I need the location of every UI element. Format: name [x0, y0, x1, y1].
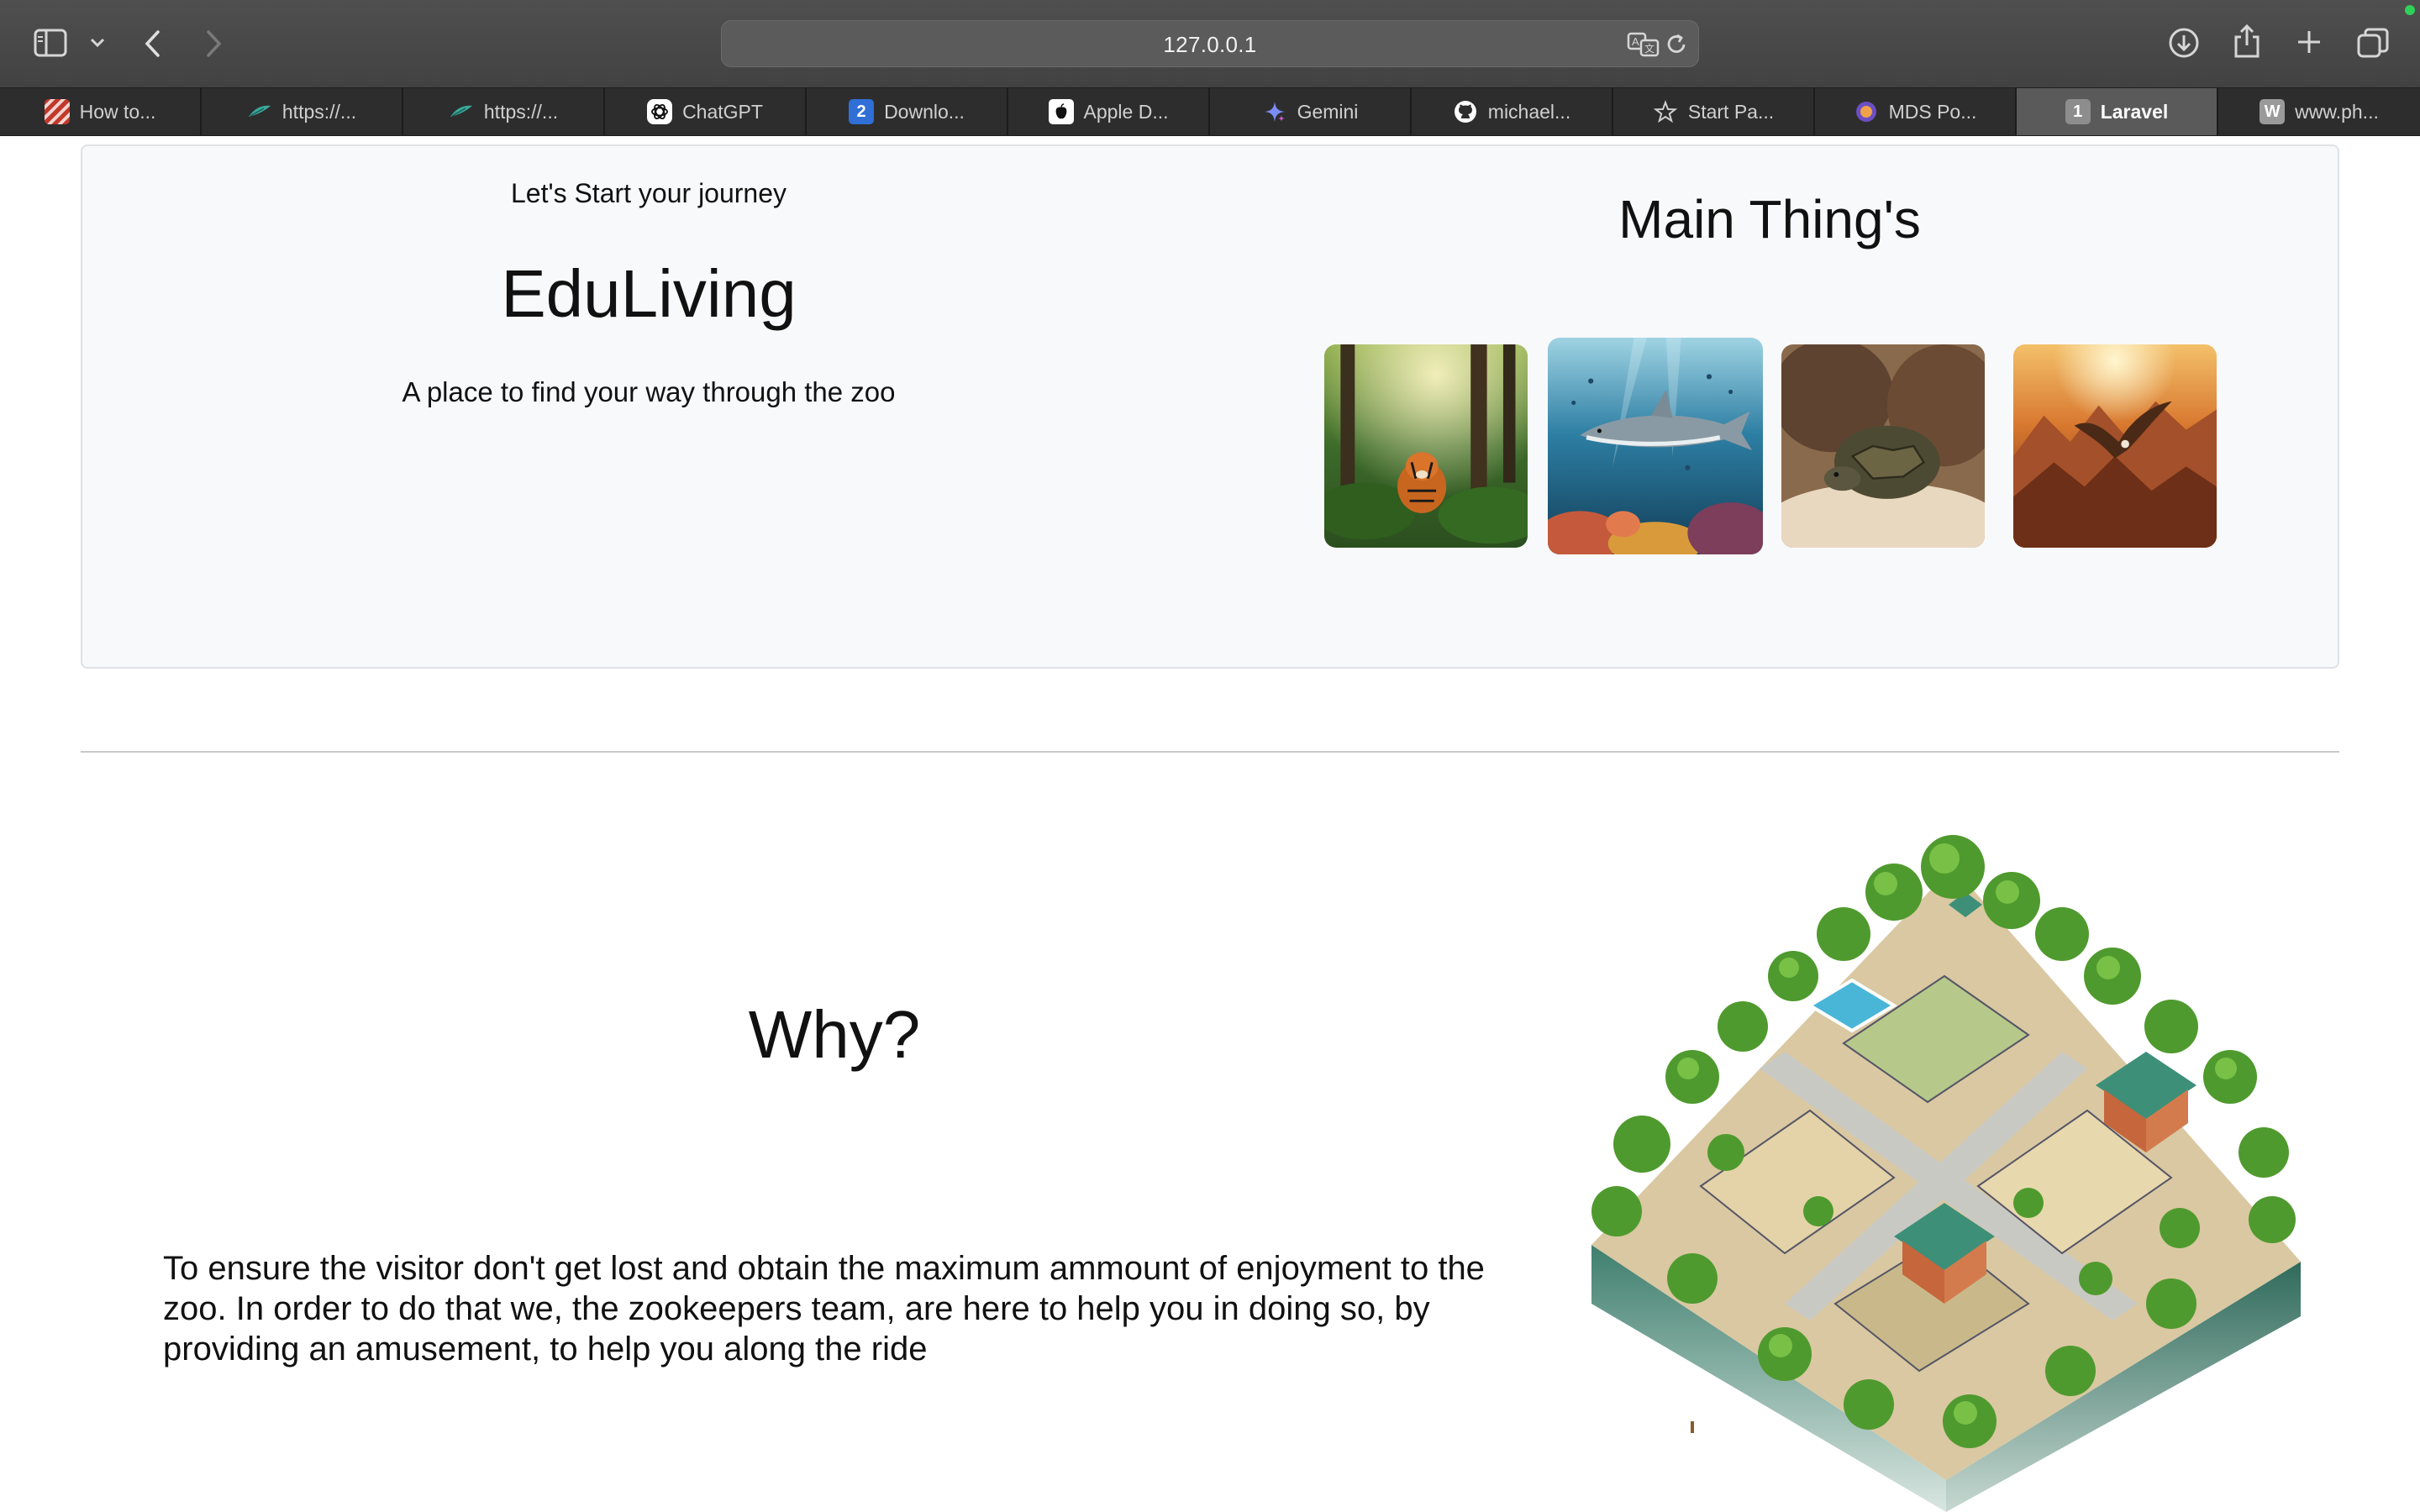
- gemini-sparkle-icon: [1262, 99, 1287, 124]
- star-icon: [1653, 99, 1678, 124]
- tab-label: Downlo...: [884, 100, 965, 123]
- tab-bar: How to... https://... https://... ChatGP…: [0, 87, 2420, 136]
- tab-label: https://...: [483, 100, 559, 123]
- github-icon: [1453, 99, 1478, 124]
- laravel-feather-icon: [449, 99, 474, 124]
- svg-text:文: 文: [1644, 42, 1655, 55]
- tab-chatgpt[interactable]: ChatGPT: [605, 88, 807, 135]
- isometric-zoo-map-image: [1591, 833, 2301, 1512]
- forward-icon[interactable]: [203, 29, 224, 59]
- tab-laravel[interactable]: 1 Laravel: [2017, 88, 2218, 135]
- back-icon[interactable]: [143, 29, 163, 59]
- tab-github[interactable]: michael...: [1412, 88, 1613, 135]
- laravel-feather-icon: [247, 99, 272, 124]
- gallery-title: Main Thing's: [1618, 189, 1921, 249]
- status-dot: [2405, 5, 2415, 15]
- tab-label: MDS Po...: [1888, 100, 1977, 123]
- tab-www[interactable]: W www.ph...: [2218, 88, 2420, 135]
- why-description: To ensure the visitor don't get lost and…: [163, 1250, 1485, 1368]
- mds-logo-icon: [1854, 99, 1879, 124]
- tab-downloads[interactable]: 2 Downlo...: [807, 88, 1008, 135]
- chatgpt-icon: [647, 99, 673, 124]
- tagline-text: A place to find your way through the zoo: [402, 376, 896, 407]
- download-icon[interactable]: [2168, 27, 2200, 59]
- address-bar[interactable]: 127.0.0.1 A文: [721, 20, 1699, 67]
- tab-how-to[interactable]: How to...: [0, 88, 202, 135]
- why-title: Why?: [748, 997, 921, 1072]
- browser-toolbar: 127.0.0.1 A文: [0, 0, 2420, 87]
- tab-label: Gemini: [1297, 100, 1359, 123]
- section-divider: [81, 751, 2339, 753]
- tab-apple-developer[interactable]: Apple D...: [1008, 88, 1210, 135]
- tab-https-2[interactable]: https://...: [403, 88, 605, 135]
- tab-label: Laravel: [2100, 100, 2169, 123]
- svg-text:A: A: [1632, 35, 1639, 48]
- tab-label: ChatGPT: [682, 100, 763, 123]
- w-letter-icon: W: [2260, 99, 2286, 124]
- eagle-over-canyon-image: [2013, 344, 2217, 548]
- tab-label: michael...: [1487, 100, 1571, 123]
- tab-label: https://...: [281, 100, 357, 123]
- intro-text: Let's Start your journey: [510, 178, 787, 208]
- tab-label: Start Pa...: [1687, 100, 1775, 123]
- share-icon[interactable]: [2232, 24, 2262, 59]
- chevron-down-icon[interactable]: [89, 37, 106, 49]
- tab-start-page[interactable]: Start Pa...: [1613, 88, 1815, 135]
- tab-label: How to...: [79, 100, 156, 123]
- number-1-icon: 1: [2065, 99, 2091, 124]
- tab-overview-icon[interactable]: [2356, 27, 2390, 59]
- striped-logo-icon: [44, 99, 70, 124]
- number-2-icon: 2: [849, 99, 875, 124]
- tortoise-in-sand-image: [1781, 344, 1985, 548]
- tiger-in-forest-image: [1324, 344, 1528, 548]
- tab-label: Apple D...: [1083, 100, 1169, 123]
- brand-title: EduLiving: [501, 256, 797, 331]
- reload-icon[interactable]: [1664, 32, 1689, 57]
- url-text: 127.0.0.1: [1163, 32, 1257, 57]
- tab-mds-portal[interactable]: MDS Po...: [1815, 88, 2017, 135]
- tab-https-1[interactable]: https://...: [202, 88, 403, 135]
- shark-underwater-image: [1548, 338, 1763, 554]
- translate-icon[interactable]: A文: [1627, 32, 1660, 57]
- apple-developer-icon: [1048, 99, 1074, 124]
- new-tab-icon[interactable]: [2294, 27, 2324, 57]
- tab-label: www.ph...: [2295, 100, 2379, 123]
- sidebar-icon[interactable]: [34, 29, 67, 57]
- tab-gemini[interactable]: Gemini: [1210, 88, 1412, 135]
